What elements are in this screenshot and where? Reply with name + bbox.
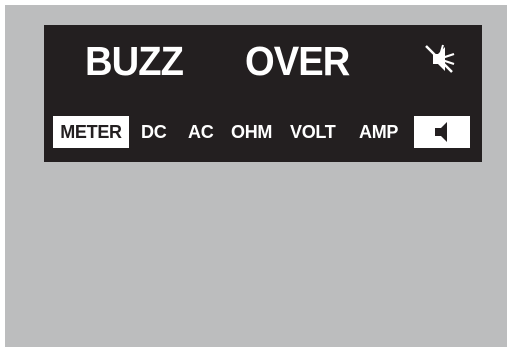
speaker-off-icon [425, 44, 455, 73]
speaker-indicator [414, 116, 470, 148]
meter-label: METER [53, 116, 129, 148]
amp-label: AMP [359, 122, 399, 142]
ohm-label: OHM [231, 122, 273, 142]
buzz-indicator: BUZZ [85, 38, 184, 84]
speaker-icon [435, 122, 447, 142]
volt-label: VOLT [290, 122, 336, 142]
device-bezel: BUZZ OVER METER DC AC OHM VOLT AMP [5, 5, 507, 347]
dc-label: DC [141, 122, 167, 142]
lcd-display: BUZZ OVER METER DC AC OHM VOLT AMP [44, 25, 482, 162]
over-indicator: OVER [245, 38, 350, 84]
ac-label: AC [188, 122, 214, 142]
mode-label-row: METER DC AC OHM VOLT AMP [44, 116, 482, 148]
